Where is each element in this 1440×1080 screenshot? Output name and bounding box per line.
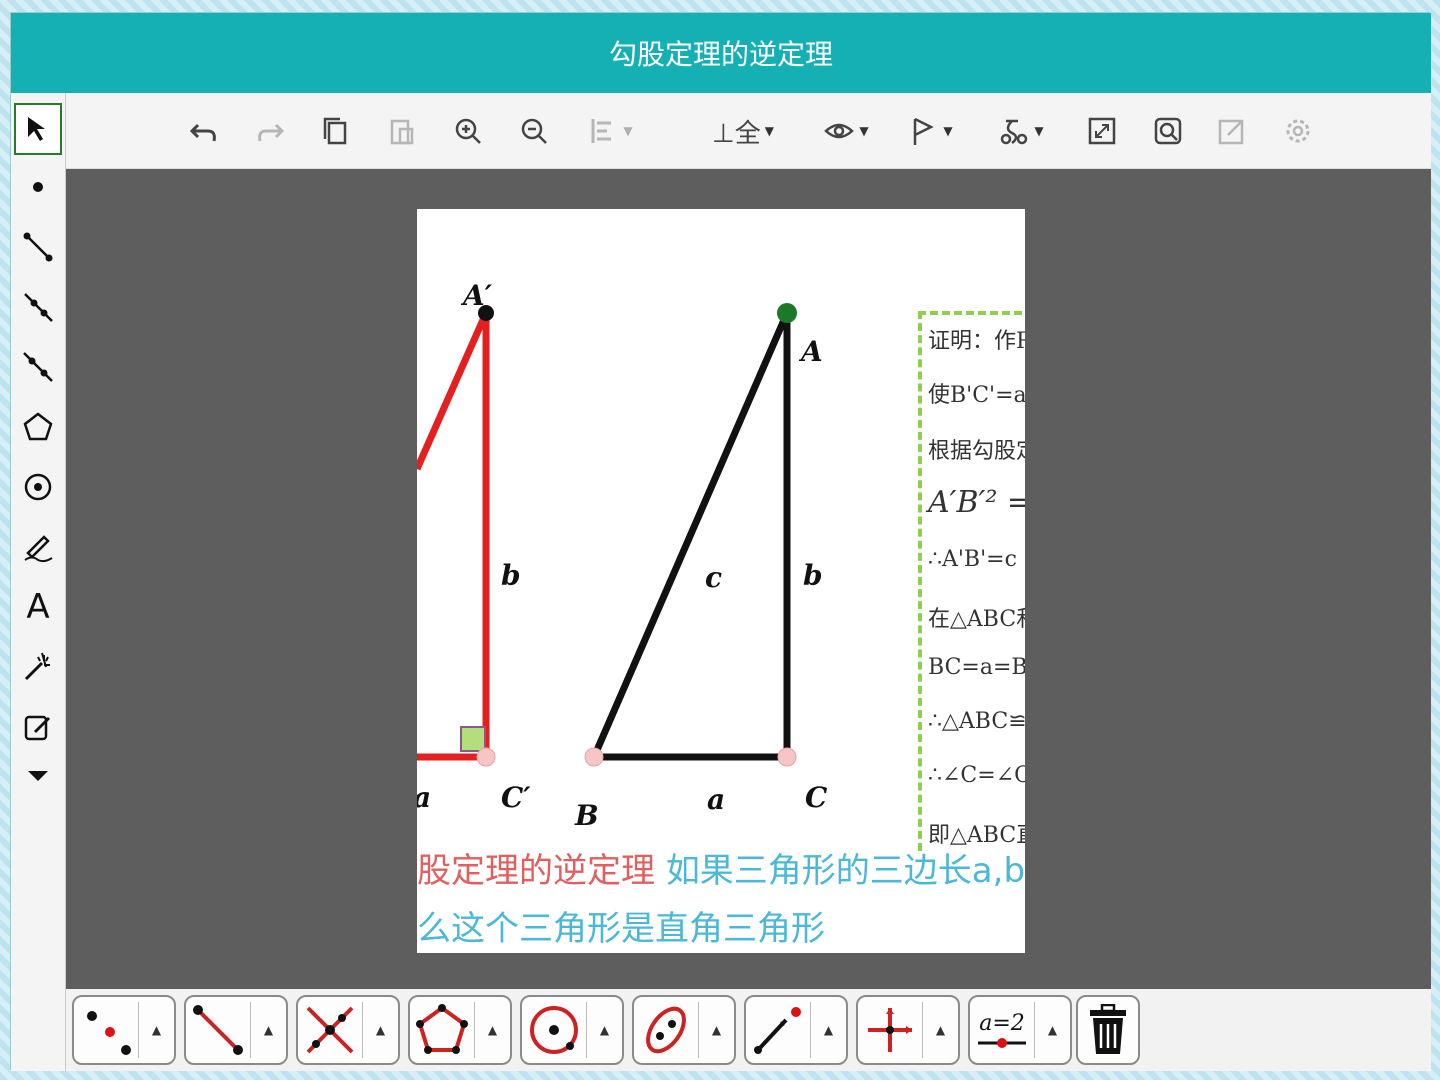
axes-label: ⊥全 <box>712 118 761 149</box>
axes-icon[interactable]: ⊥全 ▼ <box>702 109 784 153</box>
axes-tool-button[interactable]: ▲ <box>856 995 960 1065</box>
point-tool-button[interactable]: ▲ <box>72 995 176 1065</box>
window-title: 勾股定理的逆定理 <box>11 13 1431 93</box>
slider-tool-icon: a=2 <box>970 998 1034 1062</box>
ellipse-tool-button[interactable]: ▲ <box>632 995 736 1065</box>
drawing-canvas[interactable]: A′ b C′ a A c b B a C 证明：作R 使B'C'=a,A 根据… <box>66 169 1431 989</box>
vertex-label-b: B <box>575 799 599 832</box>
expand-arrow-icon[interactable]: ▲ <box>1035 1023 1070 1037</box>
circle-icon[interactable] <box>14 461 62 513</box>
side-label-b-right: b <box>803 559 823 592</box>
expand-arrow-icon[interactable]: ▲ <box>363 1023 398 1037</box>
segment-tool-icon <box>186 998 250 1062</box>
expand-arrow-icon[interactable]: ▲ <box>811 1023 846 1037</box>
proof-line: 在△ABC和 <box>928 607 1025 632</box>
paste-icon[interactable] <box>382 109 422 153</box>
copy-icon[interactable] <box>316 109 356 153</box>
proof-line: ∴∠C=∠C' <box>928 763 1025 788</box>
side-label-b-left: b <box>501 559 521 592</box>
animation-icon[interactable]: ▼ <box>990 109 1052 153</box>
ray-icon[interactable] <box>14 281 62 333</box>
vertex-label-c: C <box>805 781 828 814</box>
expand-arrow-icon[interactable]: ▲ <box>475 1023 510 1037</box>
side-label-a-left: a <box>417 781 431 814</box>
segment-tool-button[interactable]: ▲ <box>184 995 288 1065</box>
proof-line: BC=a=B'C <box>928 655 1025 680</box>
ellipse-tool-icon <box>634 998 698 1062</box>
left-toolbar: A <box>11 93 66 1071</box>
circle-tool-icon <box>522 998 586 1062</box>
side-label-c: c <box>705 561 723 594</box>
line-icon[interactable] <box>14 341 62 393</box>
segment-icon[interactable] <box>14 221 62 273</box>
bottom-toolbar: ▲ ▲ ▲ ▲ ▲ ▲ ▲ ▲ a=2 ▲ <box>66 989 1431 1071</box>
polygon-tool-button[interactable]: ▲ <box>408 995 512 1065</box>
proof-line: 使B'C'=a,A <box>928 383 1025 408</box>
expand-arrow-icon[interactable]: ▲ <box>139 1023 174 1037</box>
zoom-out-icon[interactable] <box>514 109 554 153</box>
document-page: A′ b C′ a A c b B a C 证明：作R 使B'C'=a,A 根据… <box>417 209 1025 953</box>
theorem-body: 如果三角形的三边长a,b,c满 <box>665 851 1025 891</box>
edit-icon[interactable] <box>1212 109 1252 153</box>
axes-tool-icon <box>858 998 922 1062</box>
eye-icon[interactable]: ▼ <box>816 109 876 153</box>
vertex-label-a-prime: A′ <box>463 279 493 312</box>
intersect-tool-icon <box>298 998 362 1062</box>
point-tool-icon <box>74 998 138 1062</box>
align-icon[interactable]: ▼ <box>580 109 640 153</box>
expand-arrow-icon[interactable]: ▲ <box>587 1023 622 1037</box>
slider-tool-label: a=2 <box>979 1010 1025 1036</box>
proof-box: 证明：作R 使B'C'=a,A 根据勾股定 A′B′² = ∴A'B'=c 在△… <box>918 311 1025 851</box>
intersect-tool-button[interactable]: ▲ <box>296 995 400 1065</box>
search-icon[interactable] <box>1148 109 1188 153</box>
flag-icon[interactable]: ▼ <box>902 109 958 153</box>
trash-icon[interactable] <box>1076 995 1140 1065</box>
ray-tool-button[interactable]: ▲ <box>744 995 848 1065</box>
note-edit-icon[interactable] <box>14 701 62 753</box>
ray-tool-icon <box>746 998 810 1062</box>
pen-icon[interactable] <box>14 521 62 573</box>
theorem-line-1: 股定理的逆定理 如果三角形的三边长a,b,c满 <box>417 843 1025 892</box>
side-label-a: a <box>707 783 726 816</box>
proof-line: 根据勾股定 <box>928 439 1025 464</box>
slider-tool-button[interactable]: a=2 ▲ <box>968 995 1072 1065</box>
fullscreen-icon[interactable] <box>1082 109 1122 153</box>
zoom-in-icon[interactable] <box>448 109 488 153</box>
undo-icon[interactable] <box>184 109 224 153</box>
top-toolbar: ▼ ⊥全 ▼ ▼ ▼ ▼ <box>66 93 1431 169</box>
magic-wand-icon[interactable] <box>14 641 62 693</box>
vertex-label-c-prime: C′ <box>501 781 531 814</box>
expand-arrow-icon[interactable]: ▲ <box>923 1023 958 1037</box>
polygon-icon[interactable] <box>14 401 62 453</box>
vertex-label-a: A <box>801 335 823 368</box>
proof-line: ∴△ABC≌△ <box>928 709 1025 734</box>
proof-line: 证明：作R <box>928 329 1025 354</box>
point-icon[interactable] <box>14 161 62 213</box>
redo-icon[interactable] <box>250 109 290 153</box>
geometry-app-window: 勾股定理的逆定理 ▼ ⊥全 ▼ ▼ ▼ ▼ A A′ b C′ A c b B … <box>10 12 1431 1071</box>
proof-line: A′B′² = <box>928 485 1025 520</box>
more-down-icon[interactable] <box>14 757 62 793</box>
proof-line: ∴A'B'=c <box>928 547 1017 572</box>
theorem-title: 股定理的逆定理 <box>417 851 655 891</box>
select-arrow-icon[interactable] <box>14 103 62 155</box>
expand-arrow-icon[interactable]: ▲ <box>699 1023 734 1037</box>
settings-icon[interactable] <box>1278 109 1318 153</box>
theorem-line-2: 么这个三角形是直角三角形 <box>417 909 825 949</box>
polygon-tool-icon <box>410 998 474 1062</box>
expand-arrow-icon[interactable]: ▲ <box>251 1023 286 1037</box>
text-icon[interactable]: A <box>14 581 62 633</box>
circle-tool-button[interactable]: ▲ <box>520 995 624 1065</box>
